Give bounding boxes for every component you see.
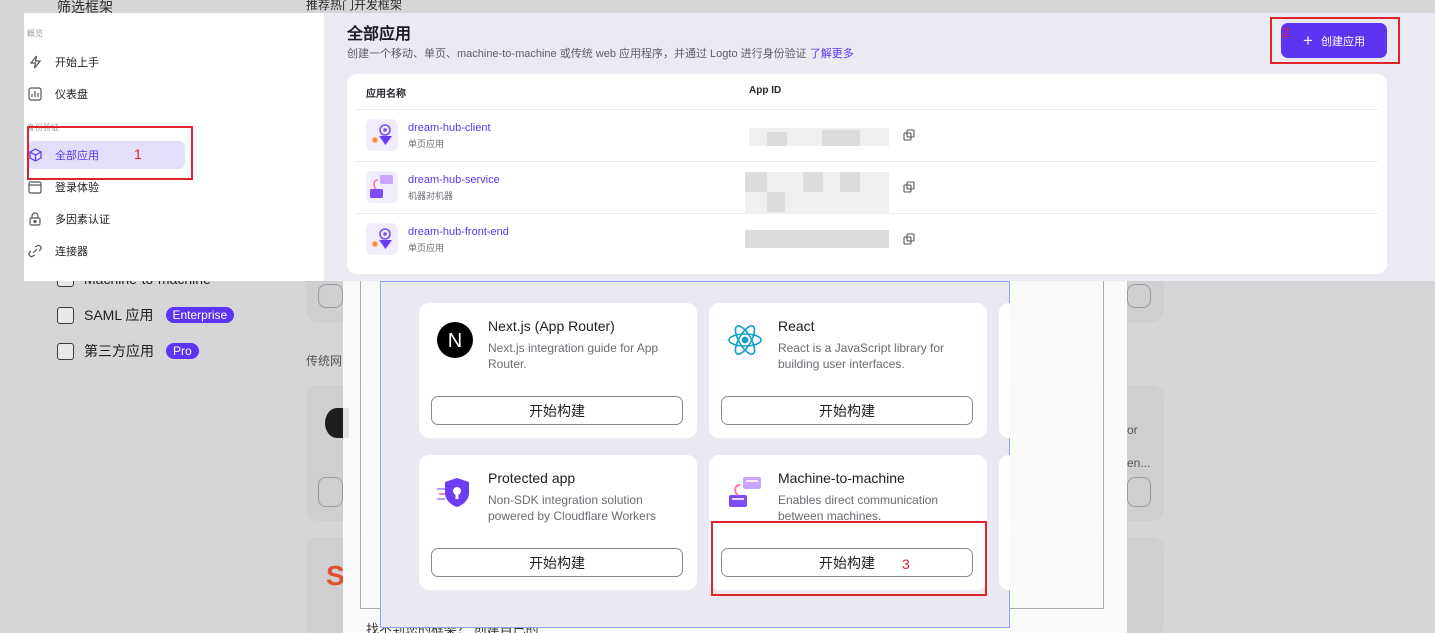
- redacted-block: [745, 172, 767, 192]
- app-type: 机器对机器: [408, 191, 454, 201]
- framework-desc: Next.js integration guide for App Router…: [488, 341, 659, 371]
- chart-icon: [27, 86, 43, 102]
- column-header-app-id: App ID: [749, 85, 782, 96]
- sidebar-item-mfa[interactable]: 多因素认证: [24, 205, 324, 233]
- app-name-link[interactable]: dream-hub-service: [408, 174, 500, 186]
- protected-app-icon: [436, 473, 474, 511]
- framework-desc: React is a JavaScript library for buildi…: [778, 341, 945, 371]
- nextjs-icon: N: [436, 321, 474, 359]
- copy-icon[interactable]: [903, 129, 915, 141]
- framework-desc: Enables direct communication between mac…: [778, 493, 939, 523]
- app-type: 单页应用: [408, 243, 445, 253]
- start-build-button[interactable]: 开始构建: [431, 548, 683, 577]
- annotation-number: 1: [134, 146, 142, 162]
- spa-app-icon: [366, 223, 398, 255]
- bg-button: [318, 284, 343, 308]
- annotation-box-3: [711, 521, 987, 596]
- start-build-button[interactable]: 开始构建: [431, 396, 683, 425]
- bg-button: [318, 477, 343, 507]
- bg-button: [1127, 477, 1151, 507]
- framework-card-partial: [999, 303, 1010, 438]
- m2m-app-icon: [366, 171, 398, 203]
- redacted-block: [803, 172, 823, 192]
- card-fragment: or: [1127, 423, 1138, 437]
- framework-card-react: React React is a JavaScript library for …: [709, 303, 987, 438]
- spa-app-icon: [366, 119, 398, 151]
- column-header-name: 应用名称: [366, 89, 406, 100]
- page-title: 全部应用: [347, 26, 412, 43]
- framework-card-nextjs: N Next.js (App Router) Next.js integrati…: [419, 303, 697, 438]
- app-name-link[interactable]: dream-hub-client: [408, 122, 491, 134]
- learn-more-link[interactable]: 了解更多: [810, 48, 854, 60]
- enterprise-badge: Enterprise: [165, 307, 235, 323]
- connector-icon: [27, 243, 43, 259]
- app-name-link[interactable]: dream-hub-front-end: [408, 226, 509, 238]
- framework-title: React: [778, 318, 815, 334]
- sidebar-item-label: 登录体验: [55, 182, 99, 194]
- page-subtitle: 创建一个移动、单页、machine-to-machine 或传统 web 应用程…: [347, 45, 854, 61]
- framework-title: Machine-to-machine: [778, 470, 905, 486]
- framework-card-protected-app: Protected app Non-SDK integration soluti…: [419, 455, 697, 590]
- recommended-header: 推荐热门开发框架: [306, 0, 403, 12]
- sidebar-item-dashboard[interactable]: 仪表盘: [24, 80, 324, 108]
- row-divider: [356, 109, 1378, 110]
- annotation-number: 2: [1282, 24, 1290, 40]
- checkbox-third-party[interactable]: 第三方应用 Pro: [57, 341, 199, 361]
- sidebar-item-label: 开始上手: [55, 57, 99, 69]
- app-type: 单页应用: [408, 139, 445, 149]
- checkbox-box[interactable]: [57, 342, 74, 360]
- framework-title: Next.js (App Router): [488, 318, 615, 334]
- start-build-button[interactable]: 开始构建: [721, 396, 973, 425]
- row-divider: [356, 161, 1378, 162]
- card-fragment: en...: [1127, 456, 1151, 470]
- framework-card-partial: [999, 455, 1010, 590]
- bg-button: [1127, 284, 1151, 308]
- redacted-app-id: [745, 230, 889, 248]
- sidebar-item-connectors[interactable]: 连接器: [24, 237, 324, 265]
- annotation-number: 3: [902, 556, 910, 572]
- react-icon: [726, 321, 764, 359]
- checkbox-saml[interactable]: SAML 应用 Enterprise: [57, 305, 235, 325]
- pro-badge: Pro: [166, 343, 199, 359]
- traditional-header: 传统网: [306, 354, 343, 368]
- redacted-block: [767, 192, 785, 212]
- window-icon: [27, 179, 43, 195]
- redacted-block: [840, 172, 860, 192]
- framework-desc: Non-SDK integration solution powered by …: [488, 493, 656, 523]
- redacted-block: [822, 130, 860, 146]
- subtitle-text: 创建一个移动、单页、machine-to-machine 或传统 web 应用程…: [347, 48, 807, 60]
- sidebar-item-label: 仪表盘: [55, 89, 88, 101]
- sidebar-item-get-started[interactable]: 开始上手: [24, 48, 324, 76]
- copy-icon[interactable]: [903, 233, 915, 245]
- redacted-block: [767, 132, 787, 146]
- m2m-icon: [726, 473, 764, 511]
- sidebar-item-label: 多因素认证: [55, 214, 110, 226]
- lock-icon: [27, 211, 43, 227]
- sidebar-section-overview: 概览: [27, 29, 43, 38]
- annotation-box-1: [27, 126, 193, 180]
- checkbox-box[interactable]: [57, 306, 74, 324]
- copy-icon[interactable]: [903, 181, 915, 193]
- svg-text:N: N: [448, 330, 462, 352]
- checkbox-label: SAML 应用: [84, 307, 154, 323]
- checkbox-label: 第三方应用: [84, 343, 154, 359]
- framework-title: Protected app: [488, 470, 576, 486]
- lightning-icon: [27, 54, 43, 70]
- sidebar-item-label: 连接器: [55, 246, 88, 258]
